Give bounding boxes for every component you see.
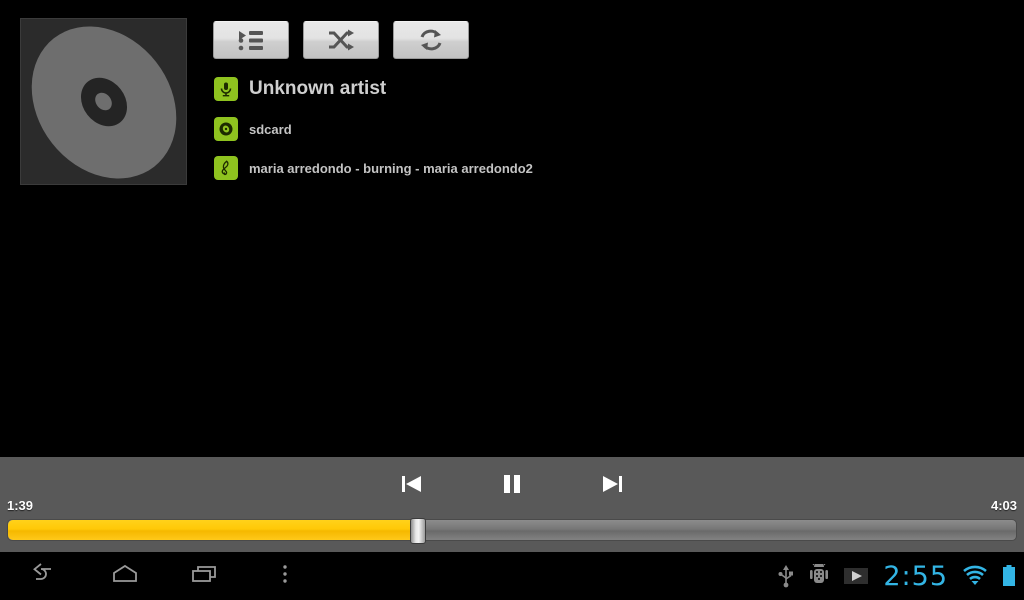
nav-back-button[interactable] <box>24 555 66 597</box>
nav-menu-button[interactable] <box>264 555 306 597</box>
disc-icon <box>214 117 238 141</box>
nav-buttons <box>0 552 306 600</box>
recents-icon <box>190 563 220 590</box>
play-queue-button[interactable] <box>213 21 289 59</box>
track-row[interactable]: maria arredondo - burning - maria arredo… <box>214 156 994 180</box>
battery-icon[interactable] <box>1002 564 1016 588</box>
repeat-icon <box>418 29 444 51</box>
artist-row[interactable]: Unknown artist <box>214 77 994 101</box>
album-row[interactable]: sdcard <box>214 117 994 141</box>
repeat-button[interactable] <box>393 21 469 59</box>
album-art[interactable] <box>20 18 187 185</box>
next-button[interactable] <box>590 469 634 503</box>
shuffle-icon <box>328 29 354 51</box>
play-queue-icon <box>238 29 264 51</box>
toolbar <box>213 21 469 59</box>
transport-controls <box>0 469 1024 503</box>
shuffle-button[interactable] <box>303 21 379 59</box>
player-bar: 1:39 4:03 <box>0 455 1024 552</box>
treble-clef-icon <box>214 156 238 180</box>
total-duration: 4:03 <box>990 498 1017 513</box>
now-playing-info: Unknown artist sdcard maria arredondo - … <box>214 77 994 195</box>
nav-home-button[interactable] <box>104 555 146 597</box>
seek-progress-fill <box>8 520 419 540</box>
skip-next-icon <box>599 473 625 500</box>
album-name: sdcard <box>249 121 292 137</box>
microphone-icon <box>214 77 238 101</box>
skip-previous-icon <box>399 473 425 500</box>
overflow-menu-icon <box>281 563 289 590</box>
seek-thumb[interactable] <box>410 518 427 544</box>
usb-icon[interactable] <box>777 564 795 588</box>
status-icons: 2:55 <box>777 552 1016 600</box>
track-name: maria arredondo - burning - maria arredo… <box>249 160 533 176</box>
previous-button[interactable] <box>390 469 434 503</box>
android-debug-icon[interactable] <box>809 564 829 588</box>
elapsed-time: 1:39 <box>7 498 34 513</box>
status-clock: 2:55 <box>883 560 948 592</box>
wifi-icon[interactable] <box>962 565 988 587</box>
pause-button[interactable] <box>490 469 534 503</box>
back-arrow-icon <box>30 562 60 590</box>
seek-bar[interactable] <box>7 518 1017 544</box>
system-navigation-bar: 2:55 <box>0 552 1024 600</box>
artist-name: Unknown artist <box>249 78 387 99</box>
home-icon <box>110 563 140 590</box>
pause-icon <box>500 472 524 501</box>
media-playing-icon[interactable] <box>843 566 869 586</box>
main-content: Unknown artist sdcard maria arredondo - … <box>0 0 1024 453</box>
nav-recents-button[interactable] <box>184 555 226 597</box>
